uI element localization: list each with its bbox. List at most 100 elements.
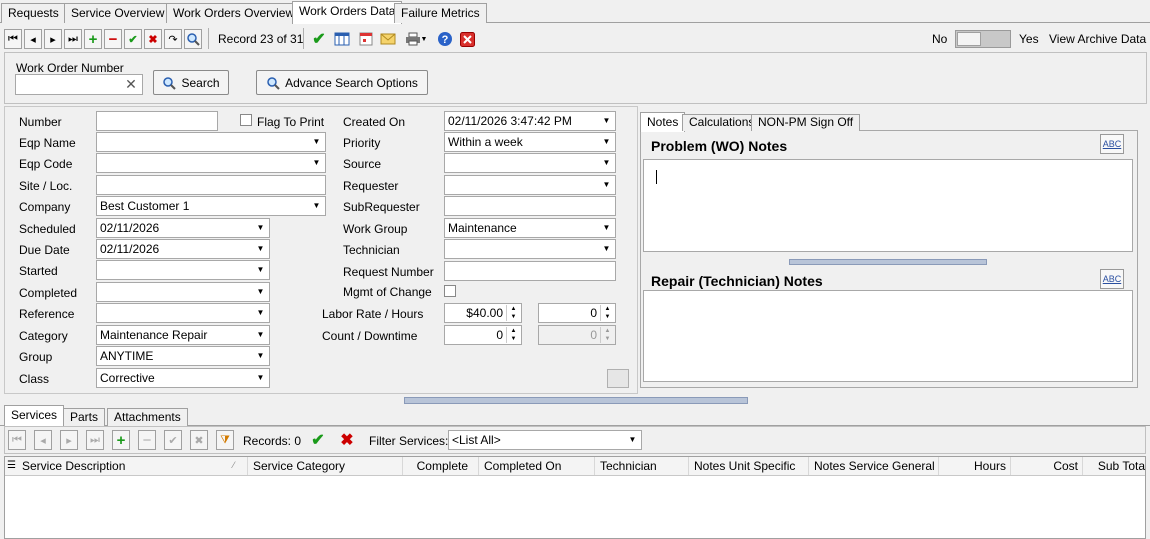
work-group-select[interactable]: Maintenance ▼ bbox=[444, 218, 616, 238]
notes-splitter[interactable] bbox=[789, 259, 987, 265]
chevron-down-icon[interactable]: ▼ bbox=[253, 348, 268, 364]
refresh-icon[interactable]: ↷ bbox=[164, 29, 182, 49]
save-record-icon[interactable]: ✔ bbox=[124, 29, 142, 49]
chevron-down-icon[interactable]: ▼ bbox=[253, 327, 268, 343]
repair-spellcheck-icon[interactable]: ABC bbox=[1100, 269, 1124, 289]
col-service-category[interactable]: Service Category bbox=[248, 457, 403, 475]
count-spinner[interactable]: ▲ ▼ bbox=[506, 327, 520, 343]
chevron-down-icon[interactable]: ▼ bbox=[253, 262, 268, 278]
technician-select[interactable]: ▼ bbox=[444, 239, 616, 259]
col-cost[interactable]: Cost bbox=[1011, 457, 1083, 475]
number-input[interactable] bbox=[96, 111, 218, 131]
email-icon[interactable] bbox=[379, 29, 397, 49]
next-record-icon[interactable]: ▸ bbox=[44, 29, 62, 49]
chevron-down-icon[interactable]: ▼ bbox=[309, 134, 324, 150]
col-service-description[interactable]: Service Description bbox=[17, 457, 248, 475]
labor-rate-spinner[interactable]: ▲ ▼ bbox=[506, 305, 520, 321]
chevron-down-icon[interactable]: ▼ bbox=[253, 370, 268, 386]
cancel-record-icon[interactable]: ✖ bbox=[144, 29, 162, 49]
archive-toggle[interactable] bbox=[955, 30, 1011, 48]
tab-services[interactable]: Services bbox=[4, 405, 65, 426]
class-select[interactable]: Corrective ▼ bbox=[96, 368, 270, 388]
tab-calculations[interactable]: Calculations bbox=[682, 114, 762, 131]
col-hours[interactable]: Hours bbox=[939, 457, 1011, 475]
hours-spinner[interactable]: ▲ ▼ bbox=[600, 305, 614, 321]
labor-rate-input[interactable]: $40.00 ▲ ▼ bbox=[444, 303, 522, 323]
chevron-down-icon[interactable]: ▼ bbox=[599, 155, 614, 171]
problem-notes-textarea[interactable] bbox=[643, 159, 1133, 252]
tab-work-orders-data[interactable]: Work Orders Data bbox=[292, 1, 403, 24]
site-input[interactable] bbox=[96, 175, 326, 195]
next-service-icon[interactable]: ▸ bbox=[60, 430, 78, 450]
created-on-date[interactable]: 02/11/2026 3:47:42 PM ▼ bbox=[444, 111, 616, 131]
close-icon[interactable] bbox=[458, 29, 476, 49]
tab-work-orders-overview[interactable]: Work Orders Overview bbox=[166, 3, 302, 23]
prev-record-icon[interactable]: ◂ bbox=[24, 29, 42, 49]
repair-notes-textarea[interactable] bbox=[643, 290, 1133, 382]
delete-record-icon[interactable]: − bbox=[104, 29, 122, 49]
calendar-grid-icon[interactable] bbox=[333, 29, 351, 49]
completed-date[interactable]: ▼ bbox=[96, 282, 270, 302]
confirm-service-icon[interactable]: ✔ bbox=[308, 430, 328, 450]
search-record-icon[interactable] bbox=[184, 29, 202, 49]
main-splitter[interactable] bbox=[404, 397, 748, 404]
started-date[interactable]: ▼ bbox=[96, 260, 270, 280]
filter-services-select[interactable]: <List All> ▼ bbox=[448, 430, 642, 450]
col-complete[interactable]: Complete bbox=[403, 457, 479, 475]
chevron-down-icon[interactable]: ▼ bbox=[599, 134, 614, 150]
source-select[interactable]: ▼ bbox=[444, 153, 616, 173]
advance-search-button[interactable]: Advance Search Options bbox=[256, 70, 428, 95]
subrequester-input[interactable] bbox=[444, 196, 616, 216]
add-service-icon[interactable]: + bbox=[112, 430, 130, 450]
group-select[interactable]: ANYTIME ▼ bbox=[96, 346, 270, 366]
chevron-down-icon[interactable]: ▼ bbox=[309, 155, 324, 171]
tab-failure-metrics[interactable]: Failure Metrics bbox=[394, 3, 487, 23]
chevron-down-icon[interactable]: ▼ bbox=[599, 241, 614, 257]
help-icon[interactable]: ? bbox=[436, 29, 454, 49]
category-select[interactable]: Maintenance Repair ▼ bbox=[96, 325, 270, 345]
eqp-name-select[interactable]: ▼ bbox=[96, 132, 326, 152]
tab-non-pm-sign-off[interactable]: NON-PM Sign Off bbox=[751, 114, 861, 131]
scheduled-date[interactable]: 02/11/2026 ▼ bbox=[96, 218, 270, 238]
chevron-down-icon[interactable]: ▼ bbox=[253, 305, 268, 321]
save-service-icon[interactable]: ✔ bbox=[164, 430, 182, 450]
eqp-code-select[interactable]: ▼ bbox=[96, 153, 326, 173]
confirm-icon[interactable]: ✔ bbox=[310, 29, 328, 49]
tab-parts[interactable]: Parts bbox=[63, 408, 106, 426]
mgmt-change-checkbox[interactable] bbox=[444, 285, 456, 297]
search-button[interactable]: Search bbox=[153, 70, 229, 95]
cancel-service-icon[interactable]: ✖ bbox=[190, 430, 208, 450]
col-sub-total[interactable]: Sub Tota bbox=[1083, 457, 1145, 475]
company-select[interactable]: Best Customer 1 ▼ bbox=[96, 196, 326, 216]
last-service-icon[interactable]: ⏭ bbox=[86, 430, 104, 450]
hours-input[interactable]: 0 ▲ ▼ bbox=[538, 303, 616, 323]
filter-icon[interactable]: ⧩ bbox=[216, 430, 234, 450]
calculator-icon[interactable] bbox=[607, 369, 629, 388]
chevron-down-icon[interactable]: ▼ bbox=[309, 198, 324, 214]
add-record-icon[interactable]: + bbox=[84, 29, 102, 49]
priority-select[interactable]: Within a week ▼ bbox=[444, 132, 616, 152]
request-number-input[interactable] bbox=[444, 261, 616, 281]
prev-service-icon[interactable]: ◂ bbox=[34, 430, 52, 450]
chevron-down-icon[interactable]: ▼ bbox=[253, 284, 268, 300]
col-completed-on[interactable]: Completed On bbox=[479, 457, 595, 475]
tab-attachments[interactable]: Attachments bbox=[107, 408, 188, 426]
schedule-icon[interactable] bbox=[357, 29, 375, 49]
tab-service-overview[interactable]: Service Overview bbox=[64, 3, 172, 23]
cancel-filter-icon[interactable]: ✖ bbox=[337, 430, 357, 450]
clear-icon[interactable]: ✕ bbox=[122, 76, 140, 93]
print-icon[interactable]: ▼ bbox=[402, 29, 430, 49]
chevron-down-icon[interactable]: ▼ bbox=[625, 432, 640, 448]
chevron-down-icon[interactable]: ▼ bbox=[253, 241, 268, 257]
count-input[interactable]: 0 ▲ ▼ bbox=[444, 325, 522, 345]
col-notes-service-general[interactable]: Notes Service General bbox=[809, 457, 939, 475]
delete-service-icon[interactable]: − bbox=[138, 430, 156, 450]
col-technician[interactable]: Technician bbox=[595, 457, 689, 475]
requester-select[interactable]: ▼ bbox=[444, 175, 616, 195]
chevron-down-icon[interactable]: ▼ bbox=[599, 220, 614, 236]
flag-to-print-checkbox[interactable] bbox=[240, 114, 252, 126]
chevron-down-icon[interactable]: ▼ bbox=[253, 220, 268, 236]
first-record-icon[interactable]: ⏮ bbox=[4, 29, 22, 49]
reference-select[interactable]: ▼ bbox=[96, 303, 270, 323]
due-date[interactable]: 02/11/2026 ▼ bbox=[96, 239, 270, 259]
